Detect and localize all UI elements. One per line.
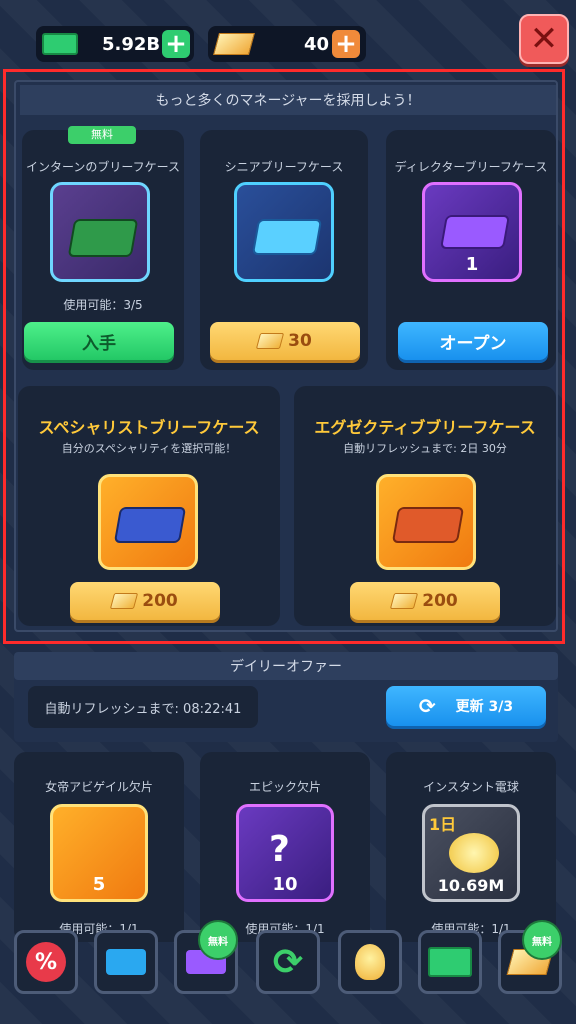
daily-header: デイリーオファー xyxy=(14,652,558,680)
nav-cash-button[interactable] xyxy=(418,930,482,994)
offer-card-0[interactable]: 女帝アビゲイル欠片 5 使用可能：1/1 xyxy=(14,752,184,942)
offer-card-1[interactable]: エピック欠片 ? 10 使用可能：1/1 xyxy=(200,752,370,942)
gold-counter: 40 + xyxy=(208,26,366,62)
cash-icon xyxy=(42,33,78,55)
close-icon: ✕ xyxy=(529,19,559,59)
nav-ticket-button[interactable] xyxy=(94,930,158,994)
shard-icon: 5 xyxy=(50,804,148,902)
offer-count: 5 xyxy=(92,874,106,895)
offer-title: エピック欠片 xyxy=(248,780,321,794)
percent-icon: % xyxy=(26,942,66,982)
refresh-label: 更新 3/3 xyxy=(455,699,514,715)
refresh-arrows-icon: ⟳ xyxy=(272,941,304,983)
nav-sale-button[interactable]: % xyxy=(14,930,78,994)
offer-corner-label: 1日 xyxy=(429,815,457,834)
close-button[interactable]: ✕ xyxy=(519,14,569,64)
free-badge-card: 無料 xyxy=(198,920,238,960)
offer-card-2[interactable]: インスタント電球 1日 10.69M 使用可能：1/1 xyxy=(386,752,556,942)
ticket-icon xyxy=(106,949,146,975)
cash-counter: 5.92B + xyxy=(36,26,194,62)
cash-value: 5.92B xyxy=(102,33,161,55)
highlight-frame xyxy=(3,69,565,644)
offer-title: インスタント電球 xyxy=(423,780,519,794)
offer-count: 10 xyxy=(272,874,298,895)
offer-title: 女帝アビゲイル欠片 xyxy=(45,780,153,794)
epic-shard-icon: ? 10 xyxy=(236,804,334,902)
lightbulb-icon xyxy=(355,944,385,980)
free-badge-gold: 無料 xyxy=(522,920,562,960)
nav-lightbulb-button[interactable] xyxy=(338,930,402,994)
cash-stack-icon xyxy=(428,947,472,977)
refresh-timer: 自動リフレッシュまで: 08:22:41 xyxy=(28,686,258,728)
gold-ingot-icon xyxy=(213,33,255,55)
refresh-button[interactable]: ⟳ 更新 3/3 xyxy=(386,686,546,726)
refresh-icon: ⟳ xyxy=(418,694,436,718)
offer-count: 10.69M xyxy=(437,876,505,895)
lightbulb-stack-icon: 1日 10.69M xyxy=(422,804,520,902)
add-gold-button[interactable]: + xyxy=(332,30,360,58)
add-cash-button[interactable]: + xyxy=(162,30,190,58)
nav-refresh-button[interactable]: ⟳ xyxy=(256,930,320,994)
gold-value: 40 xyxy=(304,33,330,55)
